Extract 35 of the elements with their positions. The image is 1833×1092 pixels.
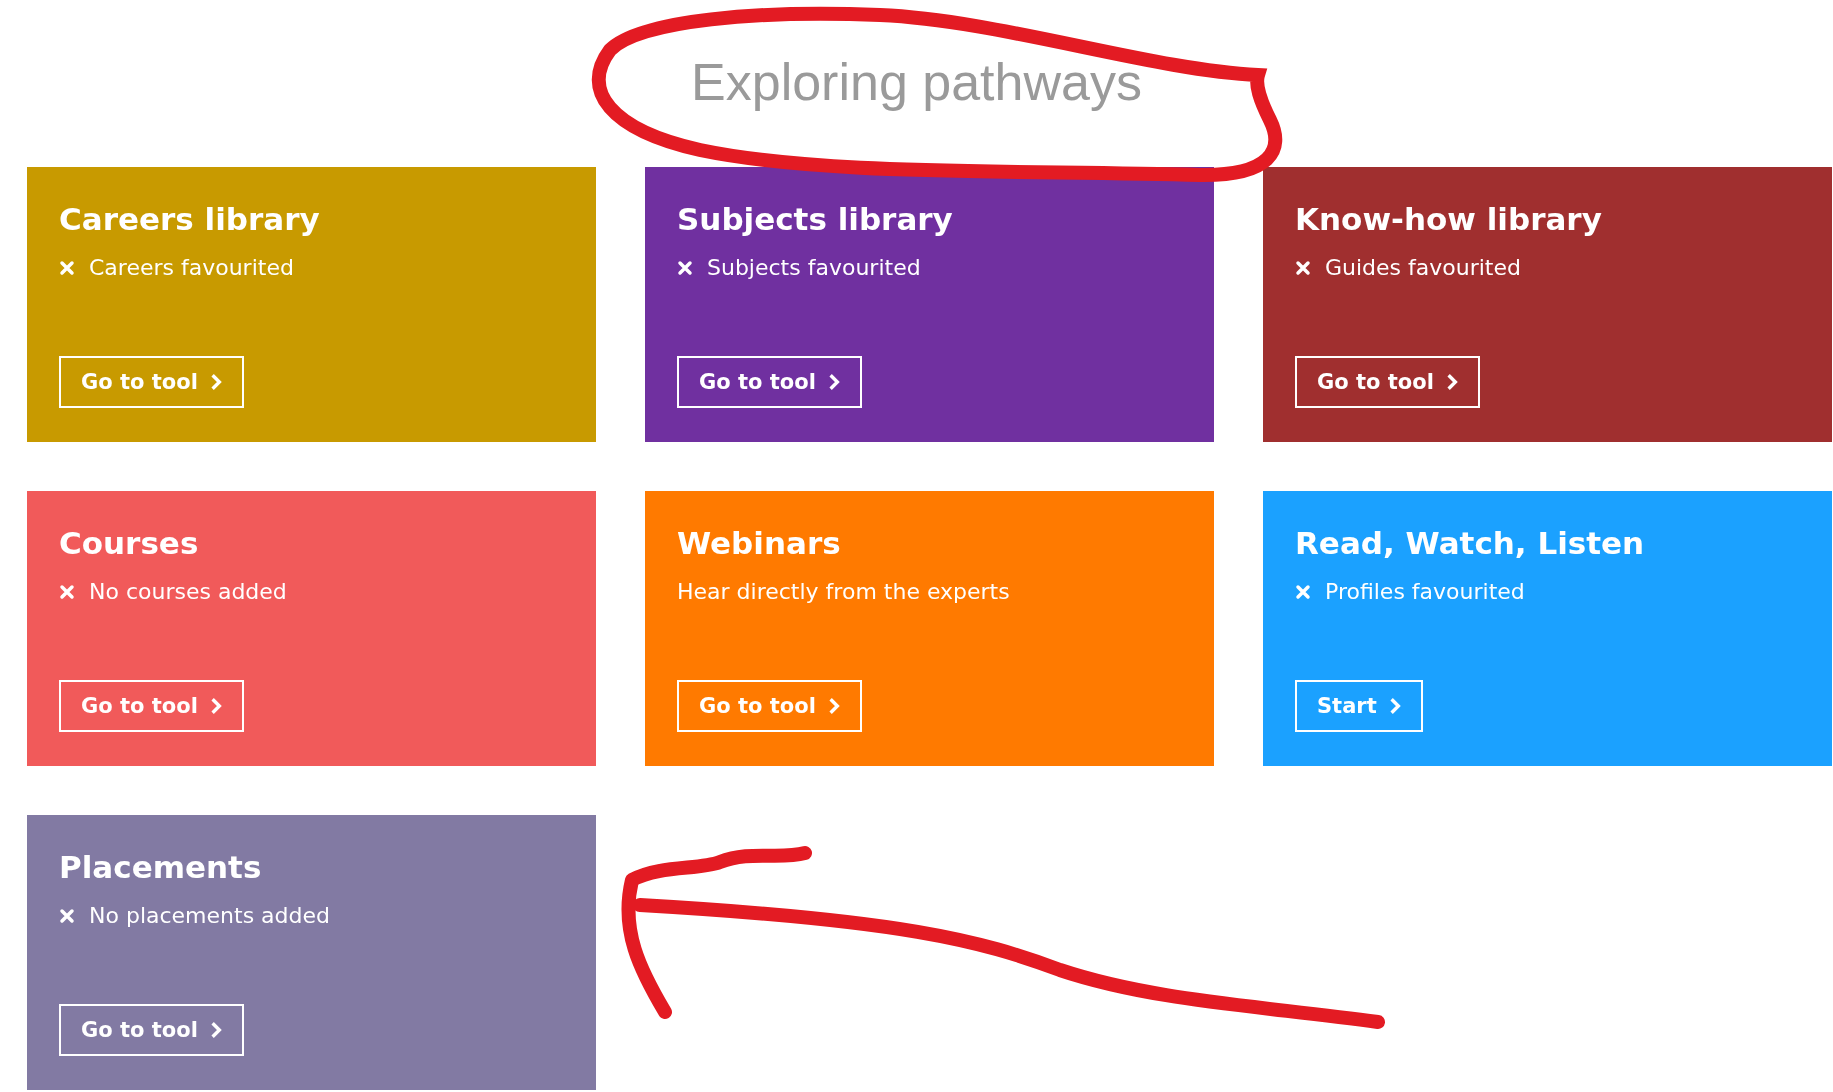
- cross-icon: [1295, 259, 1311, 276]
- card-title: Subjects library: [677, 201, 954, 237]
- card-title: Courses: [59, 525, 200, 561]
- cross-icon: [59, 583, 75, 600]
- chevron-icon: [827, 697, 840, 715]
- go-button[interactable]: Go to tool: [1295, 356, 1480, 408]
- go-button[interactable]: Go to tool: [677, 356, 862, 408]
- go-button[interactable]: Go to tool: [677, 680, 862, 732]
- chevron-icon: [827, 373, 840, 391]
- card-title: Placements: [59, 849, 263, 885]
- card-status: No placements added: [89, 903, 330, 928]
- go-button[interactable]: Start: [1295, 680, 1423, 732]
- cross-icon: [677, 259, 693, 276]
- card-status: Guides favourited: [1325, 255, 1521, 280]
- card-status: Profiles favourited: [1325, 579, 1525, 604]
- chevron-icon: [209, 373, 222, 391]
- card-title: Know-how library: [1295, 201, 1603, 237]
- go-button[interactable]: Go to tool: [59, 680, 244, 732]
- cross-icon: [1295, 583, 1311, 600]
- cross-icon: [59, 259, 75, 276]
- card-title: Read, Watch, Listen: [1295, 525, 1646, 561]
- go-button[interactable]: Go to tool: [59, 1004, 244, 1056]
- go-button[interactable]: Go to tool: [59, 356, 244, 408]
- card-title: Webinars: [677, 525, 842, 561]
- card-status: Careers favourited: [89, 255, 294, 280]
- chevron-icon: [209, 697, 222, 715]
- chevron-icon: [1388, 697, 1401, 715]
- card-status: Subjects favourited: [707, 255, 921, 280]
- cross-icon: [59, 907, 75, 924]
- page-heading: Exploring pathways: [691, 52, 1142, 112]
- chevron-icon: [209, 1021, 222, 1039]
- card-title: Careers library: [59, 201, 321, 237]
- card-status: Hear directly from the experts: [677, 579, 1010, 604]
- card-status: No courses added: [89, 579, 287, 604]
- chevron-icon: [1445, 373, 1458, 391]
